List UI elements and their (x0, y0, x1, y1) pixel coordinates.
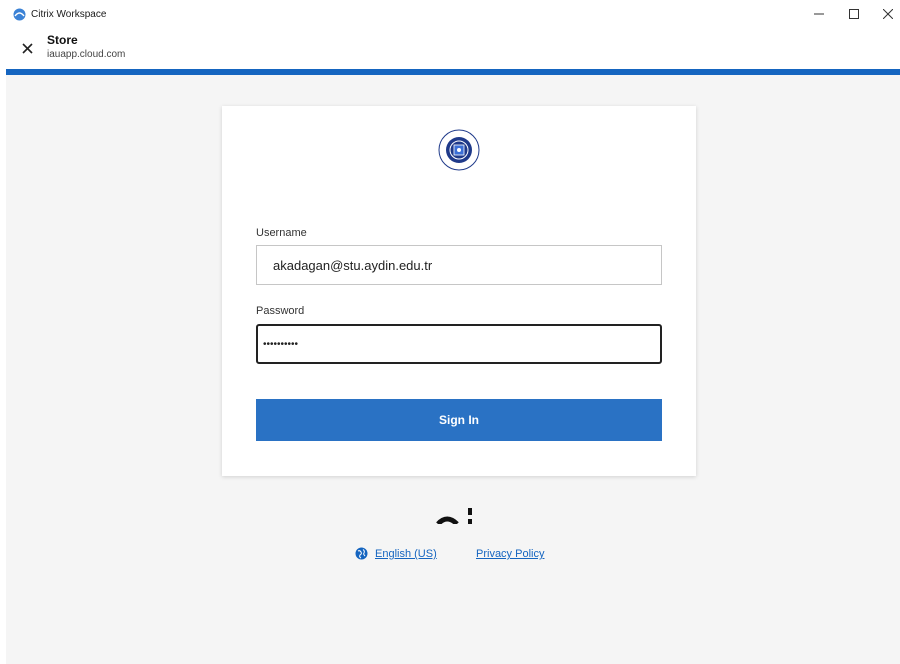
store-header: Store iauapp.cloud.com (0, 30, 900, 68)
window-titlebar: Citrix Workspace (0, 0, 900, 30)
university-seal-logo (438, 129, 480, 171)
window-close-button[interactable] (877, 4, 899, 24)
globe-icon (355, 547, 368, 560)
store-url: iauapp.cloud.com (47, 49, 126, 60)
sign-in-button[interactable]: Sign In (256, 399, 662, 441)
login-card: Username Password Sign In (222, 106, 696, 476)
login-page: Username Password Sign In English (US) P… (6, 75, 900, 664)
close-icon[interactable] (20, 40, 36, 56)
maximize-button[interactable] (843, 4, 865, 24)
language-link[interactable]: English (US) (375, 548, 437, 560)
maximize-icon (849, 9, 859, 19)
store-title: Store (47, 33, 78, 47)
privacy-policy-link[interactable]: Privacy Policy (476, 548, 544, 560)
username-label: Username (256, 227, 307, 239)
loading-spinner-icon (436, 508, 472, 524)
username-field[interactable] (256, 245, 662, 285)
app-title: Citrix Workspace (31, 9, 107, 20)
password-field[interactable] (256, 324, 662, 364)
citrix-workspace-icon (13, 8, 26, 21)
minimize-button[interactable] (808, 4, 830, 24)
close-icon (883, 9, 893, 19)
password-label: Password (256, 305, 305, 317)
minimize-icon (814, 13, 824, 15)
